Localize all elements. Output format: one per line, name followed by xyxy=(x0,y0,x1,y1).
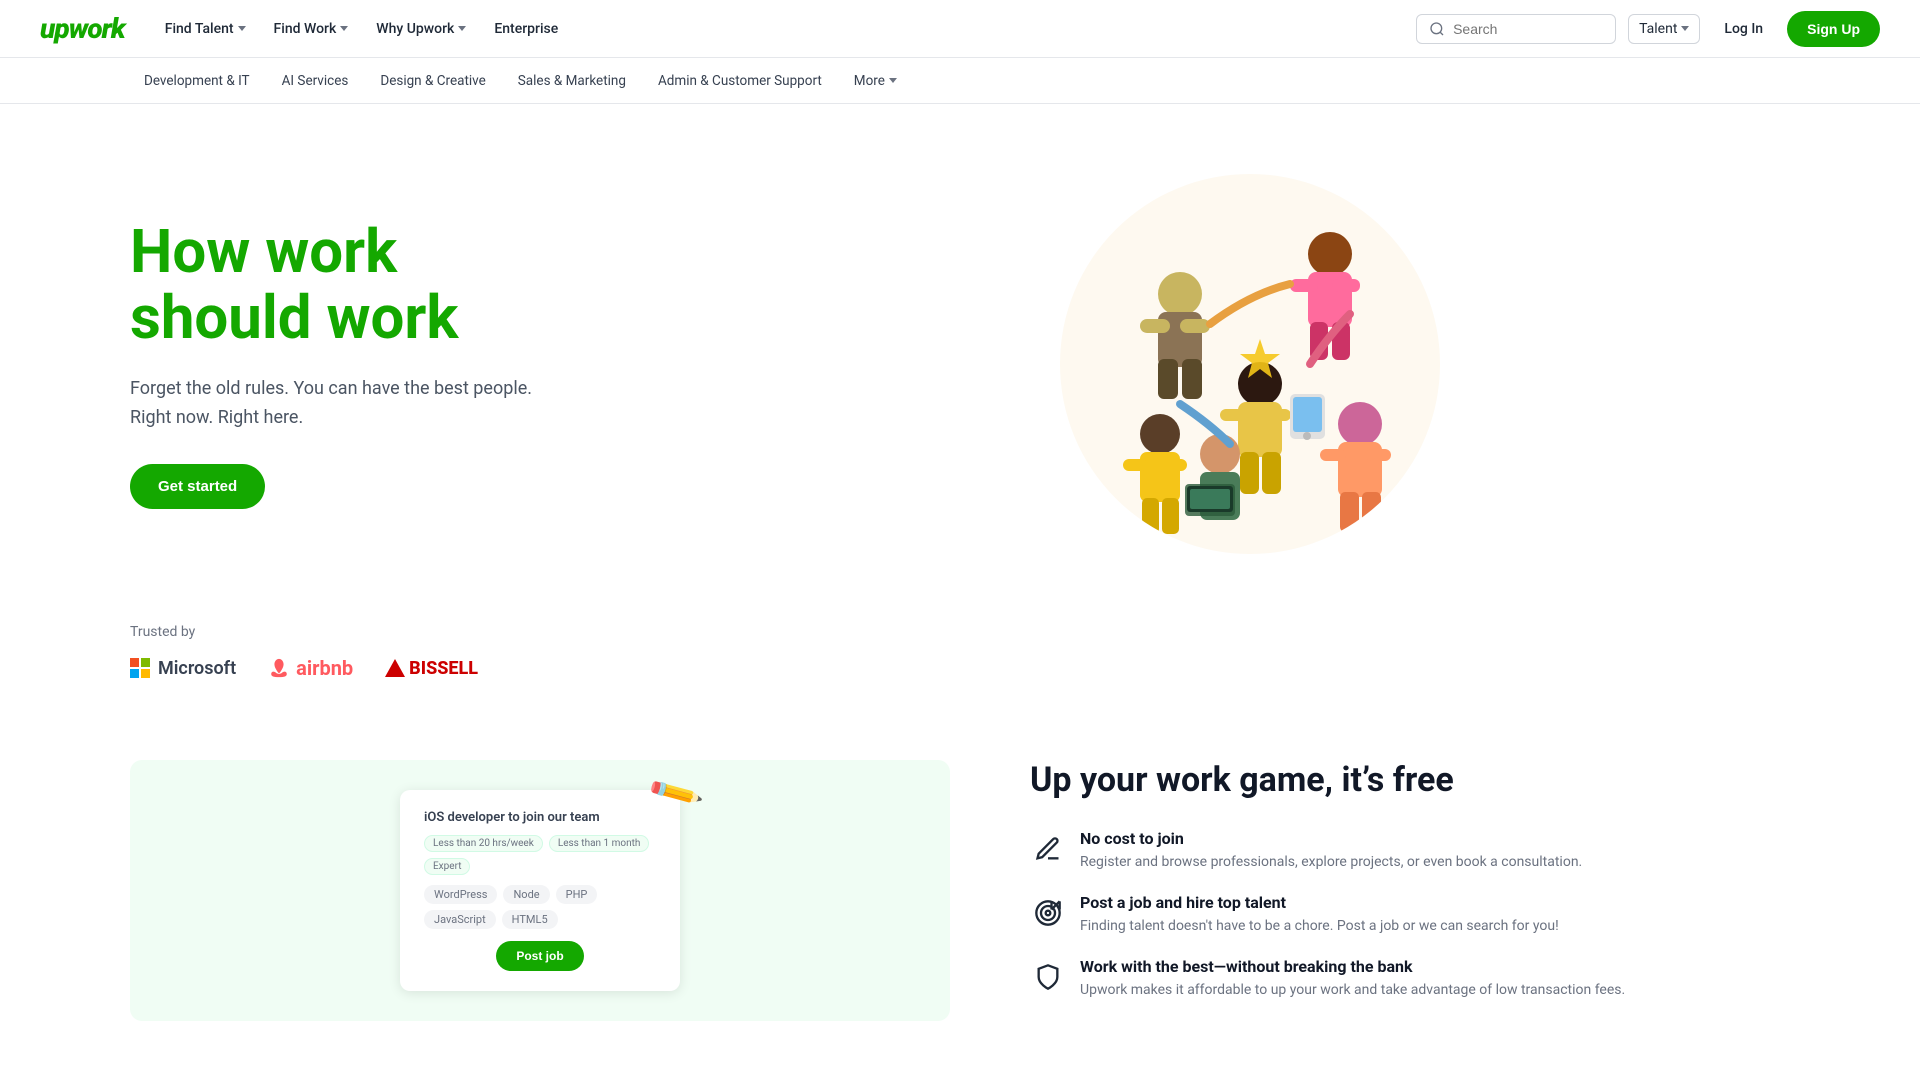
hero-title: How work should work xyxy=(130,219,710,351)
job-card-tags: WordPress Node PHP JavaScript HTML5 xyxy=(424,885,656,929)
skill-tag: PHP xyxy=(556,885,598,904)
trusted-section: Trusted by Microsoft airbnb BISSELL xyxy=(0,624,1920,720)
subnav-design[interactable]: Design & Creative xyxy=(366,65,499,97)
bottom-illustration: ✏️ iOS developer to join our team Less t… xyxy=(130,760,950,1021)
bissell-logo: BISSELL xyxy=(385,658,478,679)
microsoft-grid-icon xyxy=(130,658,150,678)
sub-nav: Development & IT AI Services Design & Cr… xyxy=(0,58,1920,104)
get-started-button[interactable]: Get started xyxy=(130,464,265,509)
post-job-button[interactable]: Post job xyxy=(496,941,583,971)
job-card-title: iOS developer to join our team xyxy=(424,810,656,825)
chevron-down-icon xyxy=(889,78,897,83)
talent-dropdown[interactable]: Talent xyxy=(1628,14,1700,44)
bottom-title: Up your work game, it’s free xyxy=(1030,760,1790,801)
chevron-down-icon xyxy=(458,26,466,31)
hero-content: How work should work Forget the old rule… xyxy=(130,219,710,510)
skill-tag: JavaScript xyxy=(424,910,496,929)
filter-tag: Expert xyxy=(424,858,470,875)
chevron-down-icon xyxy=(1681,26,1689,31)
filter-tag: Less than 20 hrs/week xyxy=(424,835,543,852)
filter-tag: Less than 1 month xyxy=(549,835,650,852)
trusted-logos: Microsoft airbnb BISSELL xyxy=(130,656,1790,680)
login-button[interactable]: Log In xyxy=(1712,13,1775,45)
nav-find-work[interactable]: Find Work xyxy=(262,13,361,45)
skill-tag: WordPress xyxy=(424,885,497,904)
feature-list: No cost to join Register and browse prof… xyxy=(1030,829,1790,1001)
nav-enterprise[interactable]: Enterprise xyxy=(482,13,570,45)
target-icon xyxy=(1030,895,1066,931)
hero-svg xyxy=(1050,164,1450,564)
subnav-more[interactable]: More xyxy=(840,65,911,97)
microsoft-logo: Microsoft xyxy=(130,658,236,679)
feature-item-post-job: Post a job and hire top talent Finding t… xyxy=(1030,893,1790,937)
logo[interactable]: upwork xyxy=(40,12,125,45)
skill-tag: HTML5 xyxy=(502,910,558,929)
nav-find-talent[interactable]: Find Talent xyxy=(153,13,258,45)
header: upwork Find Talent Find Work Why Upwork … xyxy=(0,0,1920,58)
bissell-triangle-icon xyxy=(385,659,405,677)
shield-icon xyxy=(1030,959,1066,995)
signup-button[interactable]: Sign Up xyxy=(1787,11,1880,47)
subnav-sales[interactable]: Sales & Marketing xyxy=(504,65,640,97)
chevron-down-icon xyxy=(340,26,348,31)
nav-why-upwork[interactable]: Why Upwork xyxy=(364,13,478,45)
bottom-section: ✏️ iOS developer to join our team Less t… xyxy=(0,720,1920,1081)
subnav-development[interactable]: Development & IT xyxy=(130,65,264,97)
feature-text: Work with the best—without breaking the … xyxy=(1080,957,1625,1001)
search-bar[interactable] xyxy=(1416,14,1616,44)
job-card-mock: ✏️ iOS developer to join our team Less t… xyxy=(400,790,680,991)
subnav-admin[interactable]: Admin & Customer Support xyxy=(644,65,836,97)
feature-text: No cost to join Register and browse prof… xyxy=(1080,829,1582,873)
feature-text: Post a job and hire top talent Finding t… xyxy=(1080,893,1559,937)
main-nav: Find Talent Find Work Why Upwork Enterpr… xyxy=(153,13,1416,45)
bottom-content: Up your work game, it’s free No cost to … xyxy=(1030,760,1790,1001)
subnav-ai[interactable]: AI Services xyxy=(268,65,363,97)
airbnb-icon xyxy=(268,657,290,679)
trusted-label: Trusted by xyxy=(130,624,1790,640)
feature-item-no-cost: No cost to join Register and browse prof… xyxy=(1030,829,1790,873)
pencil-icon xyxy=(1030,831,1066,867)
airbnb-logo: airbnb xyxy=(268,656,353,680)
hero-illustration xyxy=(710,164,1790,564)
search-input[interactable] xyxy=(1453,21,1603,37)
chevron-down-icon xyxy=(238,26,246,31)
hero-section: How work should work Forget the old rule… xyxy=(0,104,1920,624)
logo-text: upwork xyxy=(40,12,125,45)
feature-item-shield: Work with the best—without breaking the … xyxy=(1030,957,1790,1001)
hero-subtitle: Forget the old rules. You can have the b… xyxy=(130,375,710,433)
nav-actions: Talent Log In Sign Up xyxy=(1416,11,1880,47)
search-icon xyxy=(1429,21,1445,37)
skill-tag: Node xyxy=(503,885,549,904)
